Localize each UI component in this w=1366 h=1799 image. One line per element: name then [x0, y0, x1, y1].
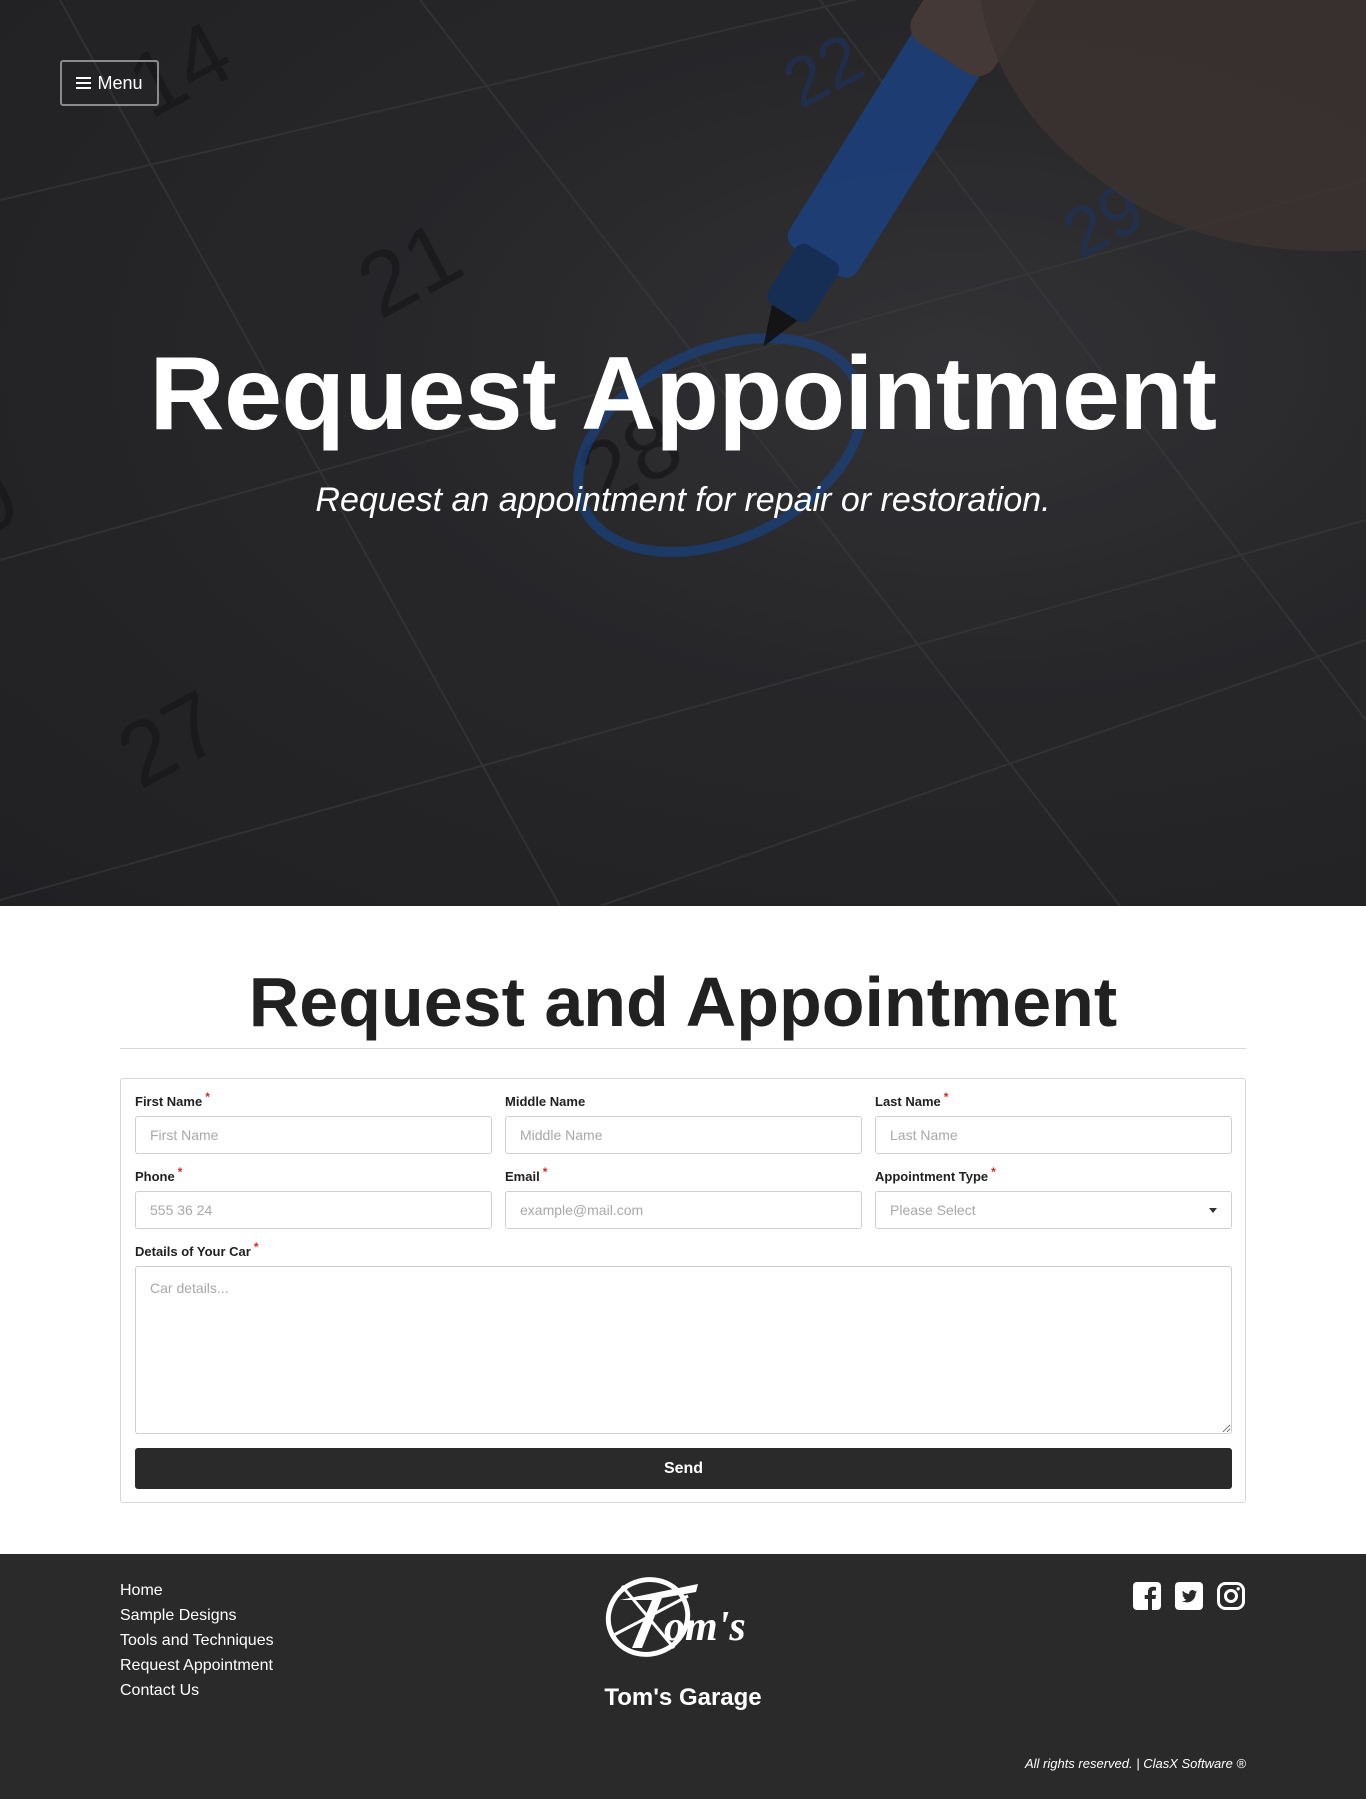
menu-label: Menu: [97, 72, 143, 93]
send-button[interactable]: Send: [135, 1448, 1232, 1489]
middle-name-input[interactable]: [505, 1116, 862, 1154]
footer-link-sample-designs[interactable]: Sample Designs: [120, 1603, 274, 1628]
hero-section: 14 21 27 28 0 22 29 Menu Request Appoint…: [0, 0, 1366, 906]
form-title: Request and Appointment: [248, 963, 1118, 1041]
email-label: Email *: [505, 1165, 548, 1184]
required-marker: *: [943, 1090, 949, 1104]
instagram-icon[interactable]: [1217, 1582, 1245, 1610]
appointment-type-select[interactable]: Please Select: [875, 1191, 1232, 1229]
social-links: [1133, 1582, 1245, 1610]
required-marker: *: [253, 1240, 259, 1254]
appointment-type-label: Appointment Type *: [875, 1165, 996, 1184]
car-details-textarea[interactable]: [135, 1266, 1232, 1434]
hamburger-icon: [76, 76, 92, 90]
required-marker: *: [991, 1165, 996, 1179]
footer: Home Sample Designs Tools and Techniques…: [0, 1554, 1366, 1799]
hero-subtitle: Request an appointment for repair or res…: [315, 481, 1051, 519]
divider: [120, 1048, 1246, 1049]
caret-down-icon: [1209, 1208, 1217, 1213]
required-marker: *: [205, 1090, 210, 1104]
facebook-icon[interactable]: [1133, 1582, 1161, 1610]
last-name-input[interactable]: [875, 1116, 1232, 1154]
footer-brand-name: Tom's Garage: [604, 1684, 762, 1711]
footer-link-home[interactable]: Home: [120, 1578, 274, 1603]
footer-link-tools[interactable]: Tools and Techniques: [120, 1628, 274, 1653]
middle-name-label: Middle Name: [505, 1094, 586, 1109]
twitter-icon[interactable]: [1175, 1582, 1203, 1610]
email-input[interactable]: [505, 1191, 862, 1229]
required-marker: *: [177, 1165, 183, 1179]
appointment-form: First Name* Middle Name Last Name* Phone…: [120, 1078, 1246, 1503]
hero-title: Request Appointment: [149, 336, 1217, 452]
first-name-input[interactable]: [135, 1116, 492, 1154]
svg-text:om's: om's: [664, 1604, 746, 1650]
appointment-type-value: Please Select: [890, 1202, 976, 1218]
phone-input[interactable]: [135, 1191, 492, 1229]
car-details-label: Details of Your Car *: [135, 1240, 259, 1259]
required-marker: *: [542, 1165, 548, 1179]
toms-logo: om's: [605, 1577, 746, 1657]
copyright-text: All rights reserved. | ClasX Software ®: [1024, 1756, 1246, 1771]
first-name-label: First Name *: [135, 1090, 210, 1109]
phone-label: Phone *: [135, 1165, 183, 1184]
last-name-label: Last Name *: [875, 1090, 949, 1109]
footer-link-request-appointment[interactable]: Request Appointment: [120, 1653, 274, 1678]
menu-button[interactable]: Menu: [60, 60, 159, 106]
